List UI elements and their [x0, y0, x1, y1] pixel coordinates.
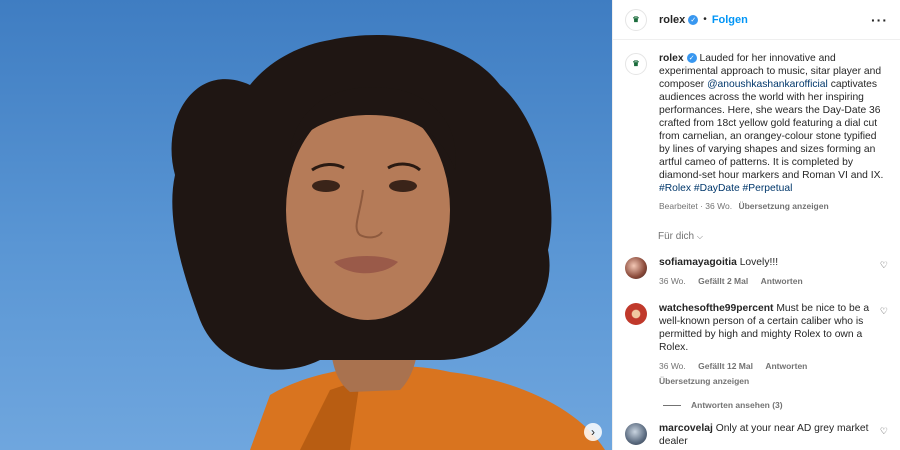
- comment-likes[interactable]: Gefällt 12 Mal: [698, 361, 753, 371]
- comment-likes[interactable]: Gefällt 2 Mal: [698, 276, 748, 286]
- verified-badge-icon: ✓: [686, 53, 697, 64]
- comment-item: sofiamayagoitia Lovely!!! 36 Wo. Gefällt…: [613, 256, 900, 288]
- rolex-avatar[interactable]: ♛: [625, 8, 647, 31]
- separator-dot: •: [703, 14, 707, 25]
- face: [286, 100, 450, 320]
- portrait-illustration: [171, 35, 605, 450]
- comment-body: watchesofthe99percent Must be nice to be…: [659, 302, 879, 388]
- comment-meta: 36 Wo. Gefällt 12 Mal Antworten Übersetz…: [659, 360, 879, 388]
- replies-divider: [663, 404, 681, 406]
- edited-label: Bearbeitet · 36 Wo.: [659, 201, 733, 211]
- post-photo[interactable]: ›: [0, 0, 612, 450]
- sort-dropdown[interactable]: Für dich ⌵: [658, 231, 900, 242]
- like-heart-icon[interactable]: ♡: [880, 260, 888, 271]
- translate-link[interactable]: Übersetzung anzeigen: [738, 201, 828, 211]
- comment-item: marcovelaj Only at your near AD grey mar…: [613, 422, 900, 448]
- post-viewer: › ♛ rolex ✓ • Folgen ··· ♛ rolex ✓ Lauded…: [0, 0, 900, 450]
- view-replies-button[interactable]: Antworten ansehen (3): [663, 400, 900, 410]
- commenter-avatar[interactable]: [625, 257, 647, 279]
- comment-username[interactable]: marcovelaj: [659, 423, 713, 434]
- caption-avatar[interactable]: ♛: [625, 53, 647, 75]
- sort-label: Für dich: [658, 231, 695, 242]
- header-username[interactable]: rolex: [659, 14, 685, 26]
- right-eye: [389, 180, 417, 192]
- reply-button[interactable]: Antworten: [761, 276, 803, 286]
- blouse: [250, 365, 605, 450]
- reply-button[interactable]: Antworten: [765, 361, 807, 371]
- comment-time: 36 Wo.: [659, 276, 686, 286]
- caption-mention-link[interactable]: @anoushkashankarofficial: [707, 79, 828, 90]
- comment-translate-link[interactable]: Übersetzung anzeigen: [659, 375, 879, 388]
- follow-button[interactable]: Folgen: [712, 14, 748, 26]
- comment-body: marcovelaj Only at your near AD grey mar…: [659, 422, 879, 448]
- commenter-avatar[interactable]: [625, 303, 647, 325]
- caption-username[interactable]: rolex: [659, 53, 684, 64]
- like-heart-icon[interactable]: ♡: [880, 426, 888, 437]
- commenter-avatar[interactable]: [625, 423, 647, 445]
- caption-hashtags[interactable]: #Rolex #DayDate #Perpetual: [659, 182, 887, 195]
- more-horizontal-icon[interactable]: ···: [871, 12, 888, 28]
- caption-body: rolex ✓ Lauded for her innovative and exp…: [659, 52, 887, 213]
- caption-meta: Bearbeitet · 36 Wo. Übersetzung anzeigen: [659, 200, 887, 213]
- comment-username[interactable]: sofiamayagoitia: [659, 257, 737, 268]
- post-header: ♛ rolex ✓ • Folgen ···: [613, 0, 900, 40]
- comment-meta: 36 Wo. Gefällt 2 Mal Antworten: [659, 275, 879, 288]
- left-eye: [312, 180, 340, 192]
- comment-time: 36 Wo.: [659, 361, 686, 371]
- post-sidebar: ♛ rolex ✓ • Folgen ··· ♛ rolex ✓ Lauded f…: [612, 0, 900, 450]
- comment-text: Lovely!!!: [739, 257, 779, 268]
- next-photo-button[interactable]: ›: [584, 423, 602, 441]
- rolex-crown-icon: ♛: [632, 59, 640, 68]
- verified-badge-icon: ✓: [688, 14, 699, 25]
- view-replies-label: Antworten ansehen (3): [691, 400, 783, 410]
- comment-item: watchesofthe99percent Must be nice to be…: [613, 302, 900, 388]
- rolex-crown-icon: ♛: [632, 14, 640, 24]
- chevron-right-icon: ›: [591, 425, 595, 439]
- comment-username[interactable]: watchesofthe99percent: [659, 303, 773, 314]
- like-heart-icon[interactable]: ♡: [880, 306, 888, 317]
- post-caption: ♛ rolex ✓ Lauded for her innovative and e…: [613, 40, 900, 213]
- comment-body: sofiamayagoitia Lovely!!! 36 Wo. Gefällt…: [659, 256, 879, 288]
- caption-text-2: captivates audiences across the world wi…: [659, 79, 884, 181]
- chevron-down-icon: ⌵: [696, 232, 703, 241]
